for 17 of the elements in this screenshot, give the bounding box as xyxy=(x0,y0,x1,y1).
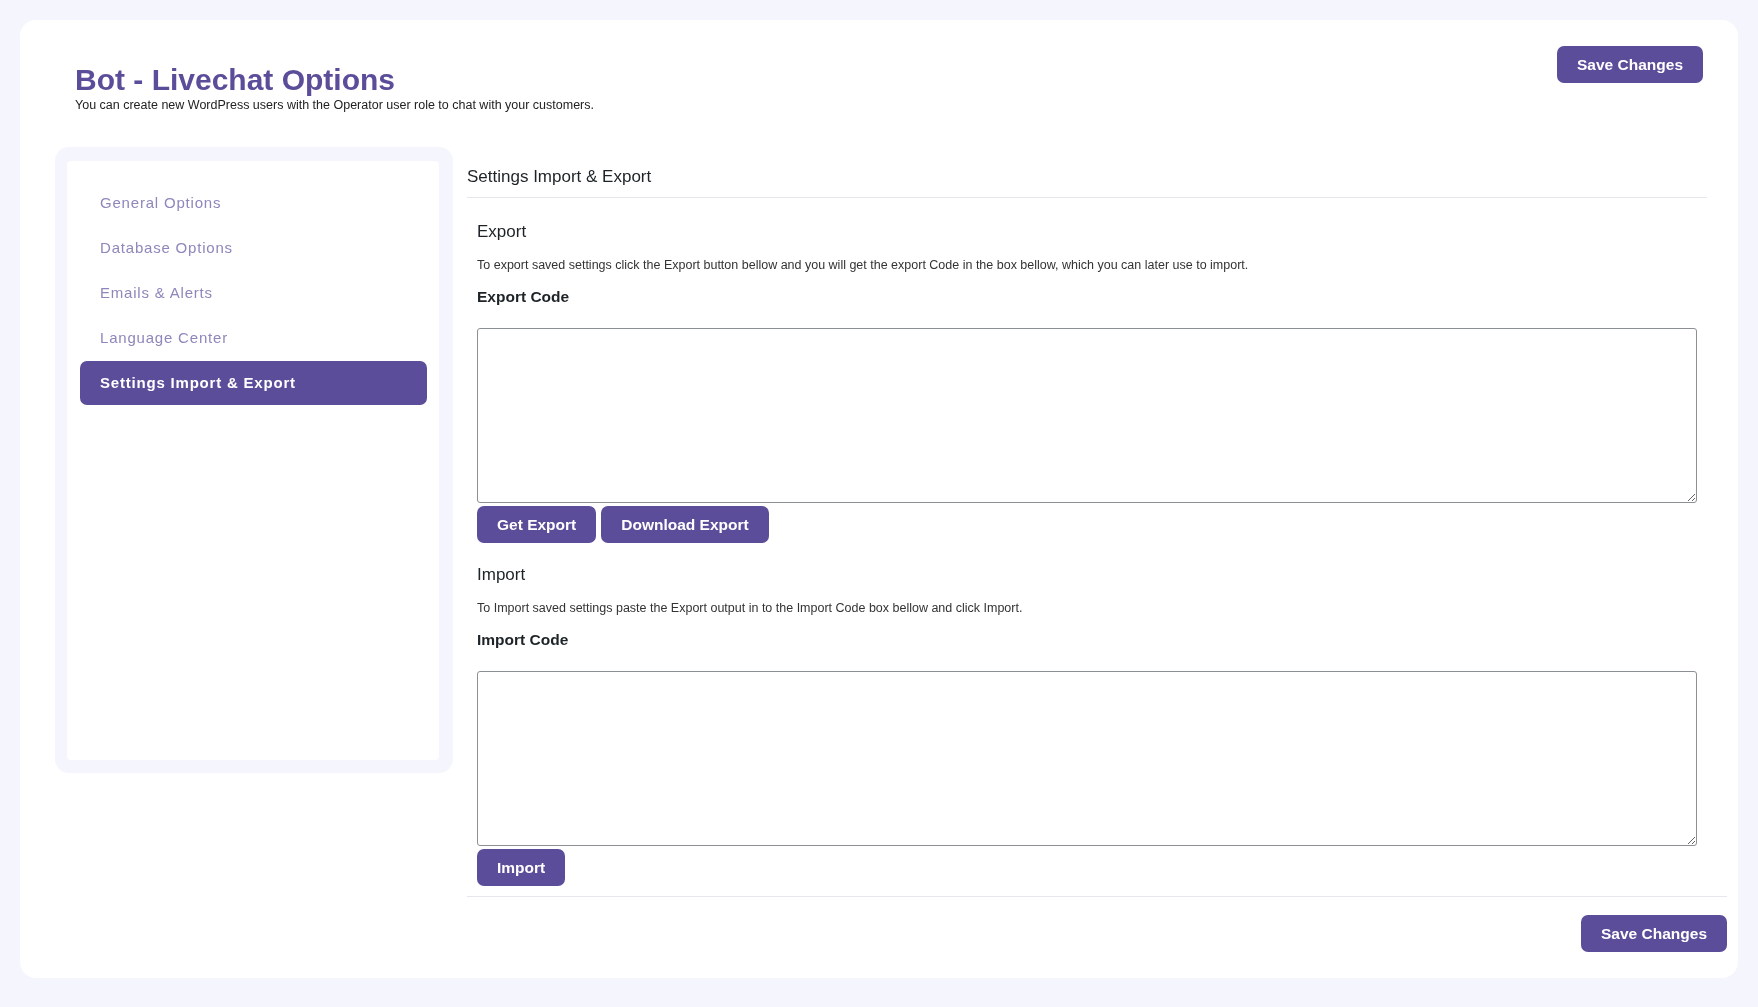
subsection-description: To export saved settings click the Export button bellow and you will get the export Code in the box bellow, which you can later use to import. xyxy=(477,258,1250,272)
subsection-description: To Import saved settings paste the Export output in to the Import Code box bellow and click Import. xyxy=(477,601,1024,615)
page-subtitle: You can create new WordPress users with the Operator user role to chat with your customers. xyxy=(75,98,594,112)
code-textarea[interactable] xyxy=(477,671,1697,846)
code-textarea[interactable] xyxy=(477,328,1697,503)
action-button[interactable]: Download Export xyxy=(601,506,769,543)
section-title: Settings Import & Export xyxy=(467,167,1707,198)
field-label: Export Code xyxy=(477,288,571,306)
save-changes-button[interactable]: Save Changes xyxy=(1581,915,1727,952)
subsection-heading: Import xyxy=(477,565,527,585)
page-title: Bot - Livechat Options xyxy=(75,64,396,96)
subsection-heading: Export xyxy=(477,222,528,242)
action-button[interactable]: Get Export xyxy=(477,506,597,543)
save-changes-button[interactable]: Save Changes xyxy=(1557,46,1703,83)
field-label: Import Code xyxy=(477,631,570,649)
sidebar-item[interactable]: Settings Import & Export xyxy=(80,361,427,405)
action-button[interactable]: Import xyxy=(477,849,566,886)
